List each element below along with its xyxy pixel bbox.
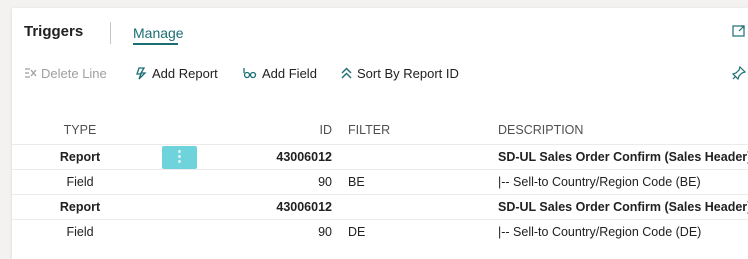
tab-divider [110, 22, 111, 44]
add-report-label: Add Report [152, 65, 218, 81]
link-add-icon [243, 68, 257, 79]
cell-type: Field [66, 225, 94, 239]
table-row[interactable]: Field 90 DE |-- Sell-to Country/Region C… [12, 219, 748, 245]
column-header-id[interactable]: ID [227, 118, 333, 143]
cell-filter [348, 195, 488, 220]
delete-line-button[interactable]: Delete Line [24, 62, 107, 84]
expand-window-icon[interactable] [732, 24, 746, 38]
cell-type: Report [59, 200, 101, 214]
cell-filter [348, 145, 488, 170]
cell-description: |-- Sell-to Country/Region Code (BE) [498, 175, 701, 189]
cell-type: Field [66, 175, 94, 189]
lightning-add-icon [136, 66, 147, 79]
sort-by-report-id-label: Sort By Report ID [357, 65, 459, 81]
table-row[interactable]: Report ⋮ 43006012 SD-UL Sales Order Conf… [12, 144, 748, 170]
action-toolbar: Delete Line Add Report Add Field Sort By… [12, 62, 748, 86]
cell-description: |-- Sell-to Country/Region Code (DE) [498, 225, 702, 239]
cell-description: SD-UL Sales Order Confirm (Sales Header) [498, 150, 748, 164]
cell-id: 90 [318, 175, 332, 189]
triggers-part: Triggers Manage Delete Line Add Report A… [12, 8, 748, 259]
delete-rows-icon [25, 68, 37, 78]
table-row[interactable]: Report 43006012 SD-UL Sales Order Confir… [12, 194, 748, 220]
tab-bar: Triggers Manage [12, 8, 748, 48]
delete-line-label: Delete Line [41, 65, 107, 81]
cell-type: Report [59, 150, 101, 164]
table-header-row: TYPE ID FILTER DESCRIPTION [12, 118, 748, 143]
cell-filter: BE [348, 175, 365, 189]
add-report-button[interactable]: Add Report [136, 62, 218, 84]
column-header-type[interactable]: TYPE [12, 118, 148, 143]
add-field-button[interactable]: Add Field [242, 62, 317, 84]
table-row[interactable]: Field 90 BE |-- Sell-to Country/Region C… [12, 169, 748, 195]
column-header-filter[interactable]: FILTER [348, 118, 488, 143]
tab-triggers[interactable]: Triggers [24, 23, 83, 40]
sort-by-report-id-button[interactable]: Sort By Report ID [340, 62, 459, 84]
cell-id: 90 [318, 225, 332, 239]
pin-icon[interactable] [732, 66, 746, 80]
add-field-label: Add Field [262, 65, 317, 81]
column-header-description[interactable]: DESCRIPTION [498, 118, 748, 143]
cell-id: 43006012 [276, 150, 332, 164]
tab-manage-underline [133, 43, 178, 45]
double-chevron-up-icon [341, 67, 352, 79]
cell-description: SD-UL Sales Order Confirm (Sales Header) [498, 200, 748, 214]
cell-id: 43006012 [276, 200, 332, 214]
cell-filter: DE [348, 225, 366, 239]
row-actions-menu-button[interactable]: ⋮ [162, 146, 197, 169]
tab-manage[interactable]: Manage [133, 25, 184, 41]
